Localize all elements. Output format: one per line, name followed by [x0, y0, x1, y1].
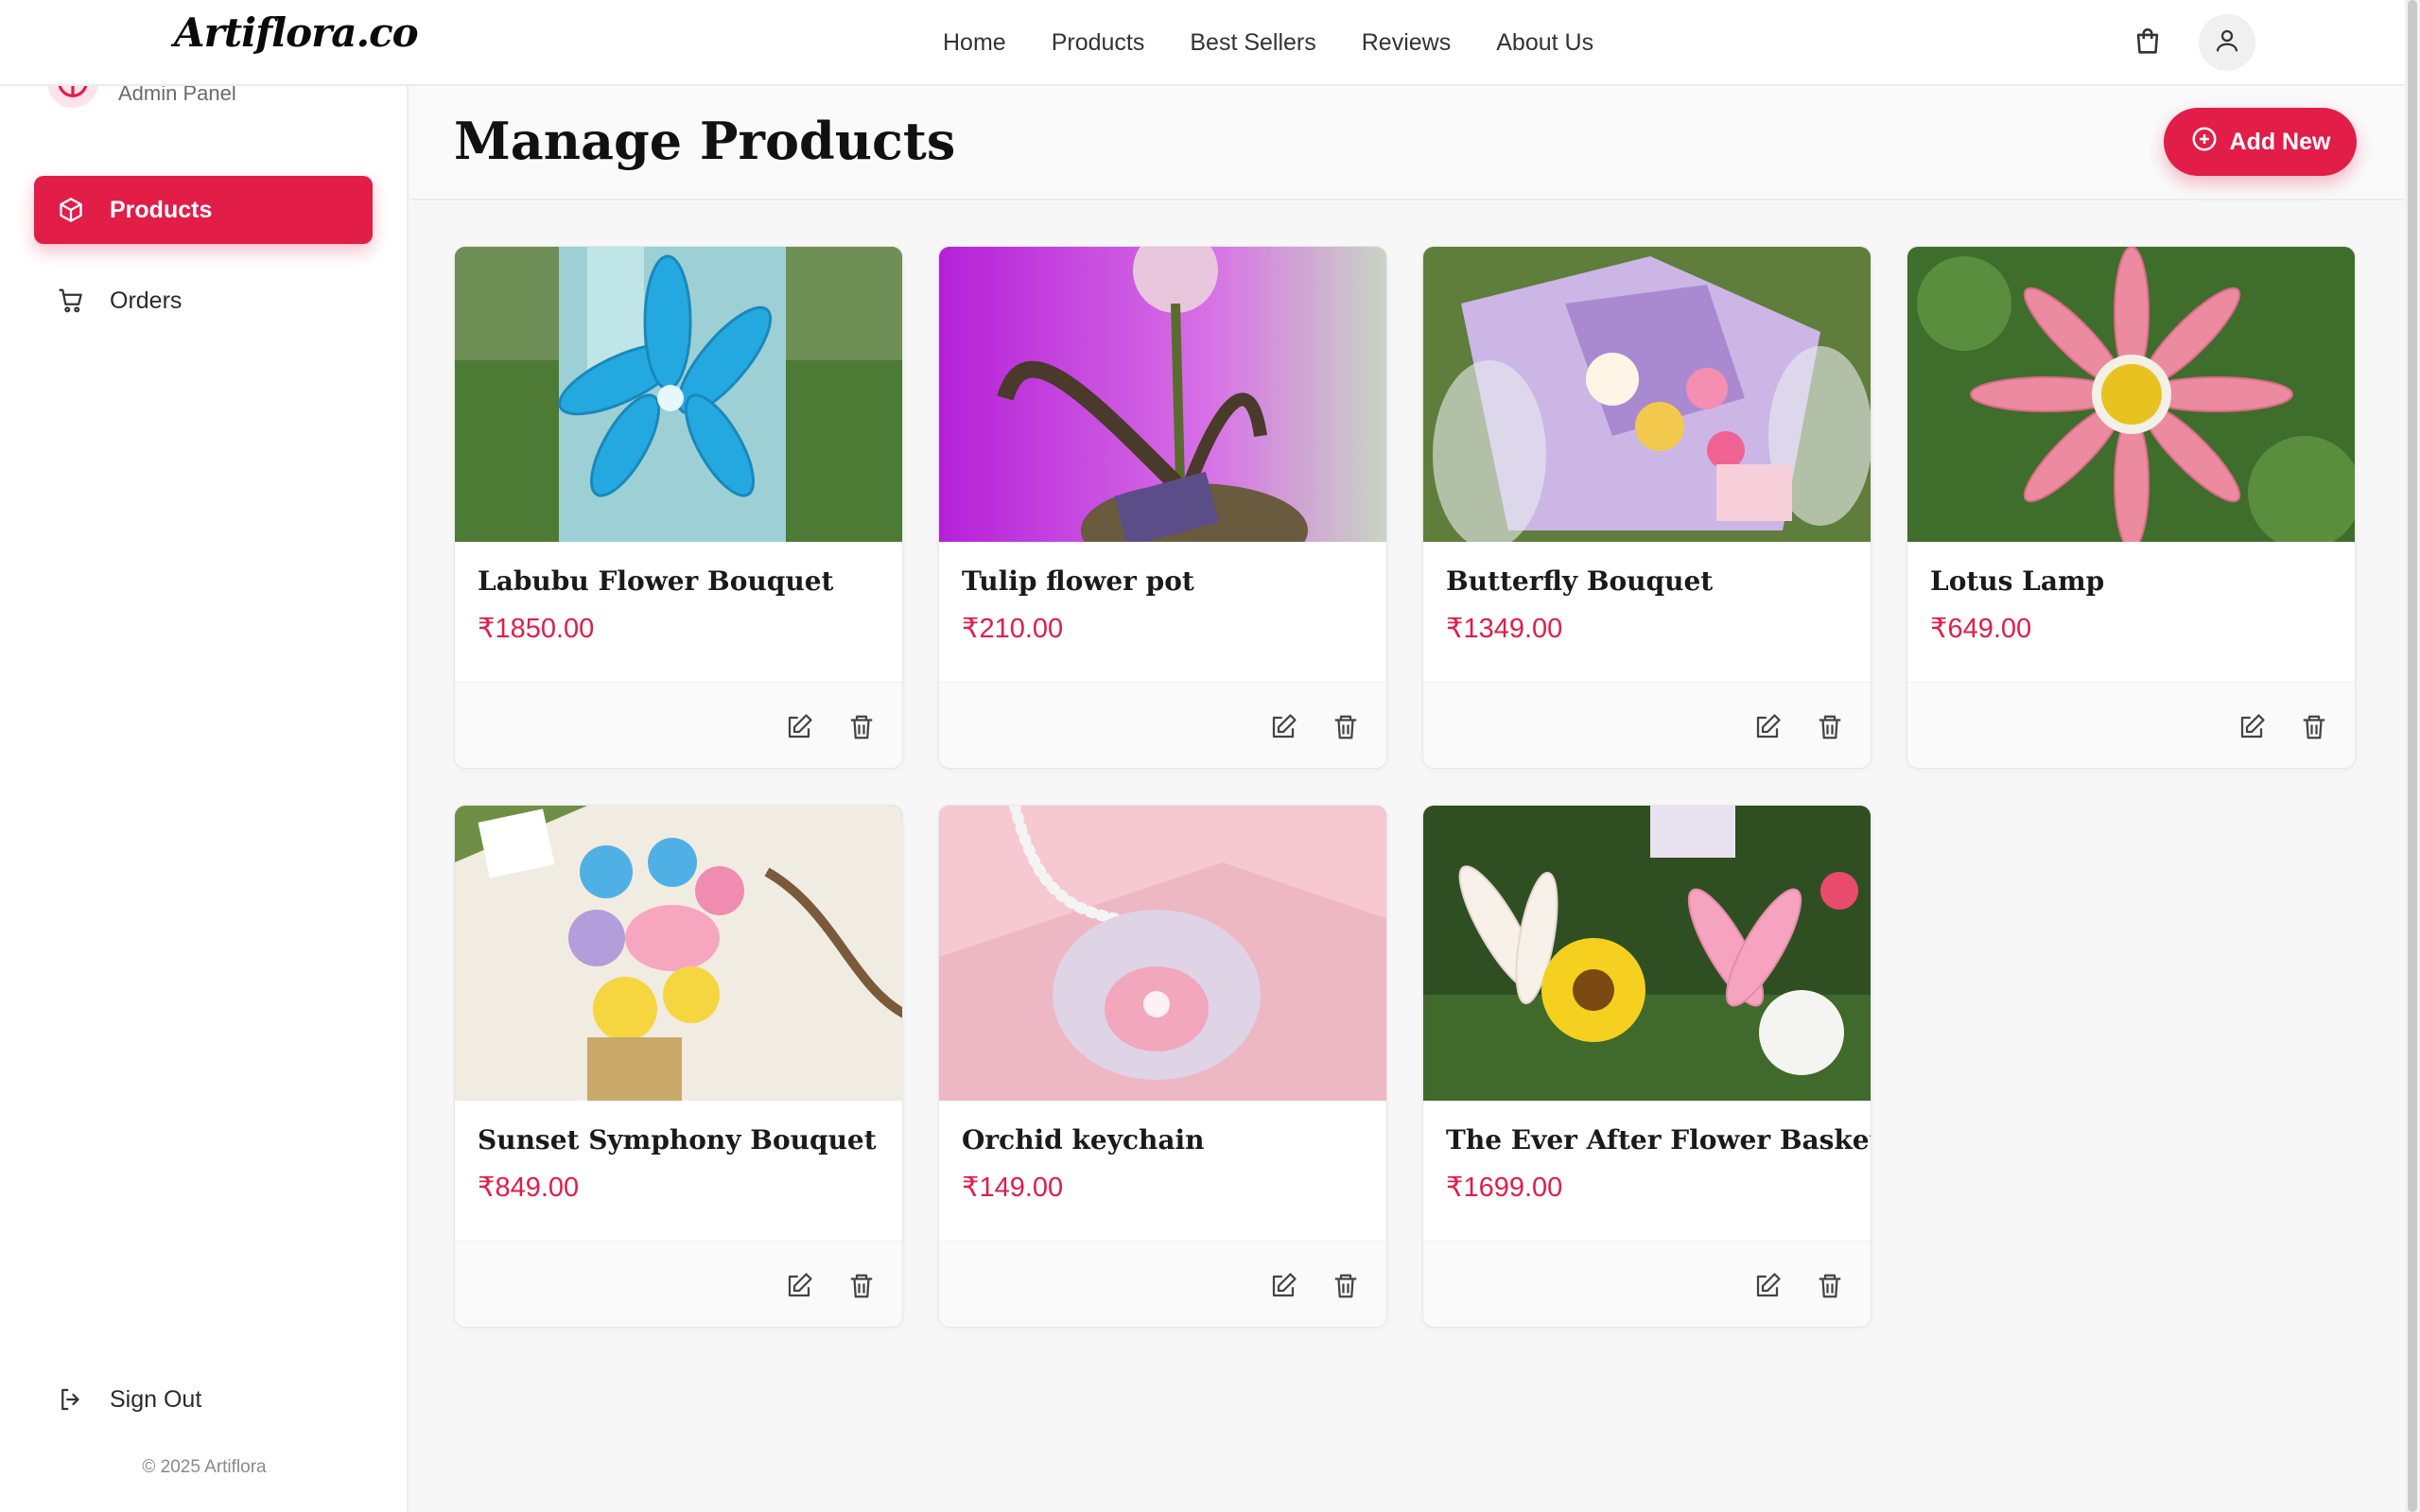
product-price: ₹649.00: [1930, 614, 2032, 644]
sidebar-item-label: Orders: [110, 287, 183, 314]
trash-icon[interactable]: [2298, 711, 2330, 743]
product-price: ₹149.00: [962, 1173, 1064, 1203]
product-image: [455, 806, 902, 1101]
cart-icon: [57, 287, 85, 315]
product-price: ₹849.00: [478, 1173, 580, 1203]
main-nav: Home Products Best Sellers Reviews About…: [943, 0, 1593, 86]
product-price: ₹1699.00: [1446, 1173, 1563, 1203]
product-name: Labubu Flower Bouquet: [478, 565, 834, 597]
product-price: ₹210.00: [962, 614, 1064, 644]
edit-icon[interactable]: [1267, 711, 1299, 743]
trash-icon[interactable]: [1330, 711, 1362, 743]
user-icon: [2213, 26, 2241, 60]
sidebar-item-orders[interactable]: Orders: [34, 267, 373, 335]
trash-icon[interactable]: [1814, 711, 1846, 743]
sidebar-item-products[interactable]: Products: [34, 176, 373, 244]
card-actions: [939, 1241, 1386, 1327]
shopping-bag-icon: [2132, 26, 2164, 62]
card-actions: [1423, 682, 1871, 768]
page-title: Manage Products: [454, 111, 956, 171]
trash-icon[interactable]: [845, 711, 878, 743]
product-price: ₹1850.00: [478, 614, 595, 644]
edit-icon[interactable]: [1751, 711, 1784, 743]
product-name: Orchid keychain: [962, 1124, 1205, 1156]
edit-icon[interactable]: [783, 1270, 815, 1302]
product-card: Labubu Flower Bouquet ₹1850.00: [454, 246, 903, 769]
product-card: Tulip flower pot ₹210.00: [938, 246, 1387, 769]
product-card: Butterfly Bouquet ₹1349.00: [1422, 246, 1872, 769]
edit-icon[interactable]: [783, 711, 815, 743]
sidebar-item-label: Products: [110, 196, 213, 223]
card-actions: [939, 682, 1386, 768]
trash-icon[interactable]: [1814, 1270, 1846, 1302]
nav-best-sellers[interactable]: Best Sellers: [1190, 29, 1315, 57]
nav-about-us[interactable]: About Us: [1496, 29, 1593, 57]
edit-icon[interactable]: [1751, 1270, 1784, 1302]
page-header: Manage Products Add New: [410, 86, 2405, 200]
product-name: The Ever After Flower Basket: [1446, 1124, 1872, 1156]
sidebar: Admin Panel Products Orders Sign Out © 2…: [0, 0, 409, 1512]
product-name: Sunset Symphony Bouquet: [478, 1124, 877, 1156]
cart-button[interactable]: [2129, 25, 2167, 62]
product-image: [1423, 247, 1871, 542]
sign-out-button[interactable]: Sign Out: [34, 1365, 373, 1434]
logout-icon: [57, 1385, 85, 1414]
product-image: [939, 806, 1386, 1101]
brand-logo[interactable]: Artiflora.co: [174, 9, 419, 56]
card-actions: [455, 682, 902, 768]
product-image: [1907, 247, 2355, 542]
nav-home[interactable]: Home: [943, 29, 1006, 57]
card-actions: [1423, 1241, 1871, 1327]
add-new-button[interactable]: Add New: [2164, 108, 2357, 176]
nav-reviews[interactable]: Reviews: [1362, 29, 1451, 57]
trash-icon[interactable]: [1330, 1270, 1362, 1302]
product-card: The Ever After Flower Basket ₹1699.00: [1422, 805, 1872, 1328]
add-new-label: Add New: [2229, 128, 2331, 155]
edit-icon[interactable]: [1267, 1270, 1299, 1302]
page-scrollbar[interactable]: [2405, 0, 2420, 1512]
user-menu-button[interactable]: [2199, 14, 2255, 71]
product-card: Sunset Symphony Bouquet ₹849.00: [454, 805, 903, 1328]
product-card: Orchid keychain ₹149.00: [938, 805, 1387, 1328]
scrollbar-thumb[interactable]: [2408, 0, 2417, 1512]
edit-icon[interactable]: [2236, 711, 2268, 743]
top-navbar: Artiflora.co Home Products Best Sellers …: [0, 0, 2405, 86]
copyright: © 2025 Artiflora: [142, 1457, 267, 1477]
card-actions: [1907, 682, 2355, 768]
sign-out-label: Sign Out: [110, 1385, 202, 1413]
product-image: [1423, 806, 1871, 1101]
product-image: [939, 247, 1386, 542]
product-image: [455, 247, 902, 542]
product-name: Tulip flower pot: [962, 565, 1194, 597]
product-price: ₹1349.00: [1446, 614, 1563, 644]
product-name: Butterfly Bouquet: [1446, 565, 1714, 597]
trash-icon[interactable]: [845, 1270, 878, 1302]
product-card: Lotus Lamp ₹649.00: [1906, 246, 2356, 769]
card-actions: [455, 1241, 902, 1327]
plus-circle-icon: [2190, 125, 2219, 160]
nav-products[interactable]: Products: [1052, 29, 1145, 57]
box-icon: [57, 196, 85, 224]
product-name: Lotus Lamp: [1930, 565, 2105, 597]
